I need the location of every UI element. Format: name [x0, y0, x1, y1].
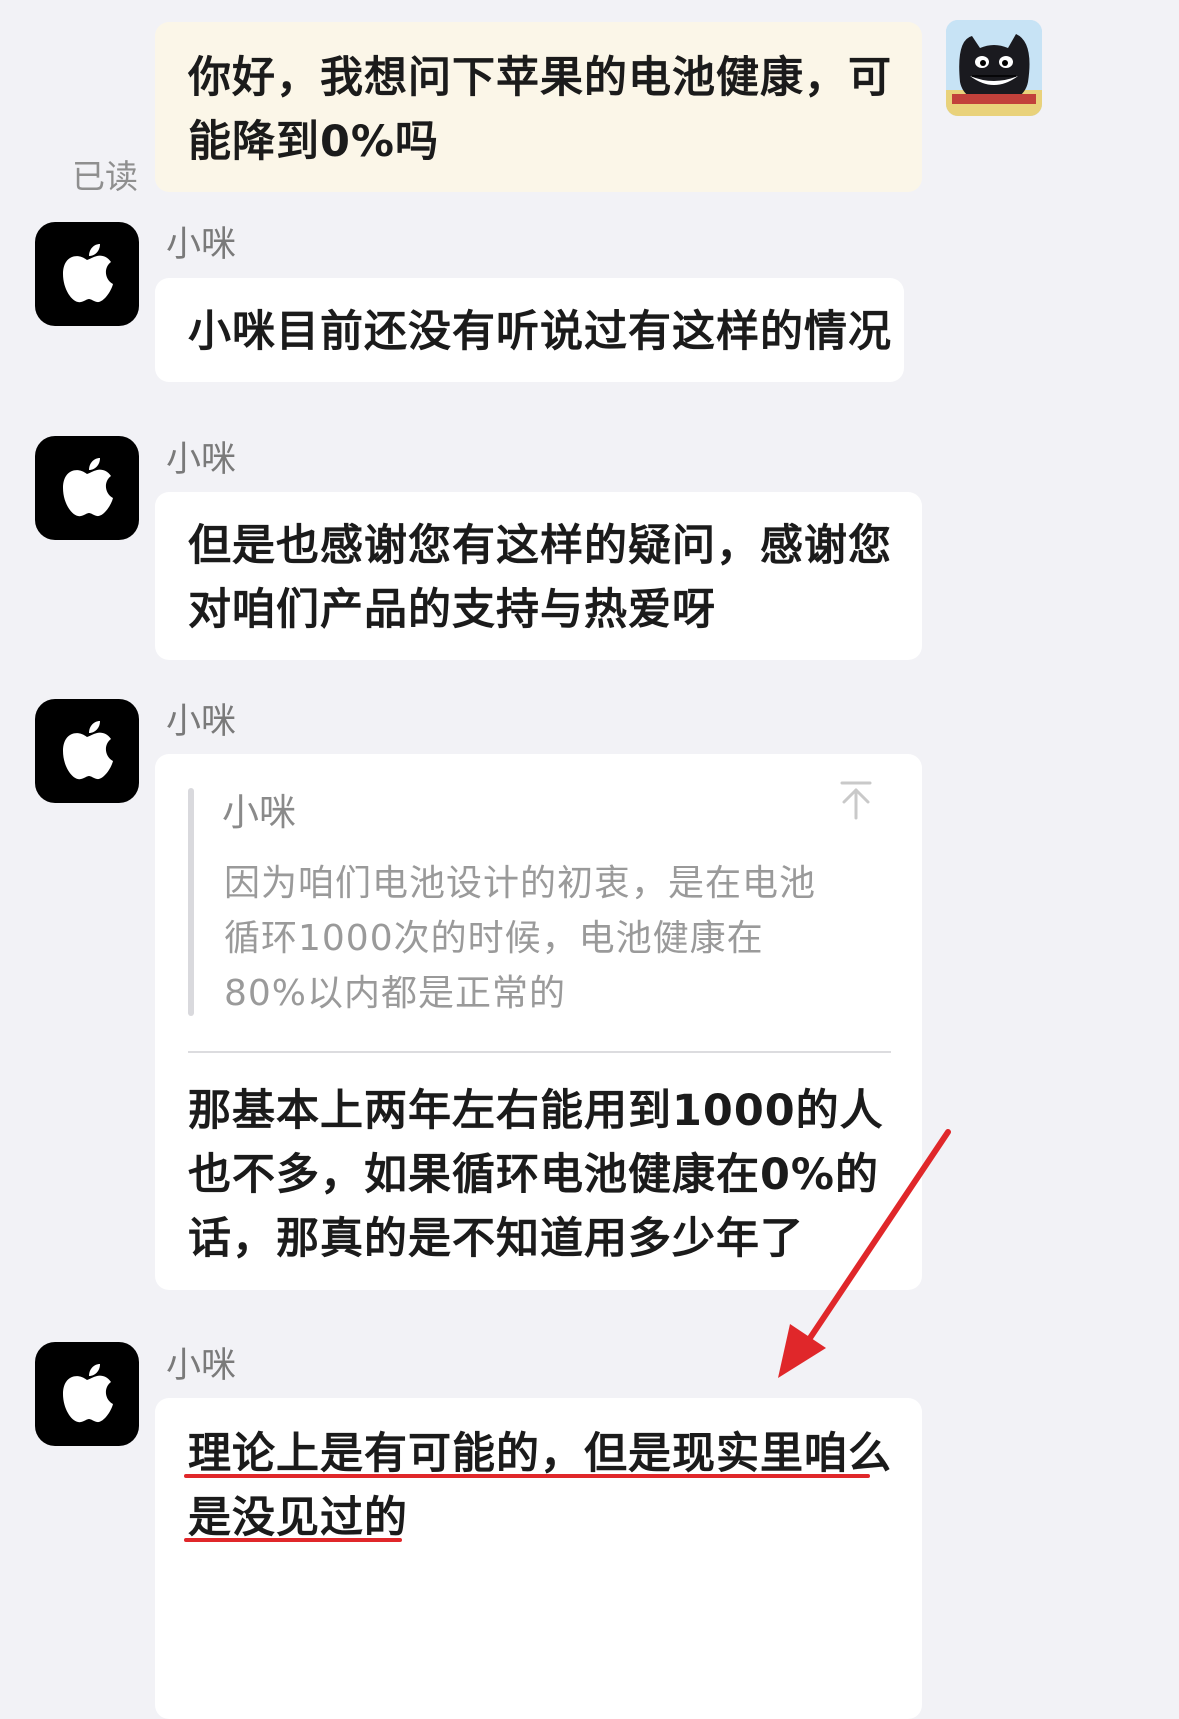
apple-logo-icon — [63, 721, 113, 780]
read-status: 已读 — [72, 157, 138, 196]
agent-avatar[interactable] — [35, 699, 139, 803]
sender-name: 小咪 — [166, 1346, 237, 1386]
agent-message-line: 但是也感谢您有这样的疑问，感谢您 — [188, 521, 892, 571]
apple-logo-icon — [63, 1364, 113, 1423]
apple-logo-icon — [63, 458, 113, 517]
agent-message-line: 话，那真的是不知道用多少年了 — [188, 1214, 804, 1264]
red-underline — [184, 1538, 402, 1542]
cat-avatar-icon — [946, 20, 1042, 116]
sender-name: 小咪 — [166, 702, 237, 742]
quote-line: 循环1000次的时候，电池健康在 — [224, 918, 764, 959]
quote-line: 80%以内都是正常的 — [224, 973, 567, 1014]
agent-message-line: 小咪目前还没有听说过有这样的情况 — [188, 307, 892, 357]
annotation-arrow-icon — [778, 1129, 951, 1378]
quote-bar — [188, 788, 194, 1016]
agent-avatar[interactable] — [35, 436, 139, 540]
quote-line: 因为咱们电池设计的初衷，是在电池 — [224, 863, 817, 904]
my-message-line-2: 能降到0%吗 — [188, 117, 440, 167]
agent-avatar[interactable] — [35, 222, 139, 326]
quote-collapse-button[interactable] — [838, 780, 874, 820]
arrow-up-to-top-icon — [840, 781, 872, 820]
user-avatar[interactable] — [946, 20, 1042, 116]
sender-name: 小咪 — [166, 440, 237, 480]
my-message-line-1: 你好，我想问下苹果的电池健康，可 — [188, 53, 892, 103]
red-underline — [184, 1474, 870, 1478]
agent-avatar[interactable] — [35, 1342, 139, 1446]
apple-logo-icon — [63, 244, 113, 303]
quote-sender-name: 小咪 — [222, 791, 296, 834]
agent-message-line: 对咱们产品的支持与热爱呀 — [188, 585, 716, 635]
sender-name: 小咪 — [166, 225, 237, 265]
quote-divider — [188, 1051, 891, 1053]
